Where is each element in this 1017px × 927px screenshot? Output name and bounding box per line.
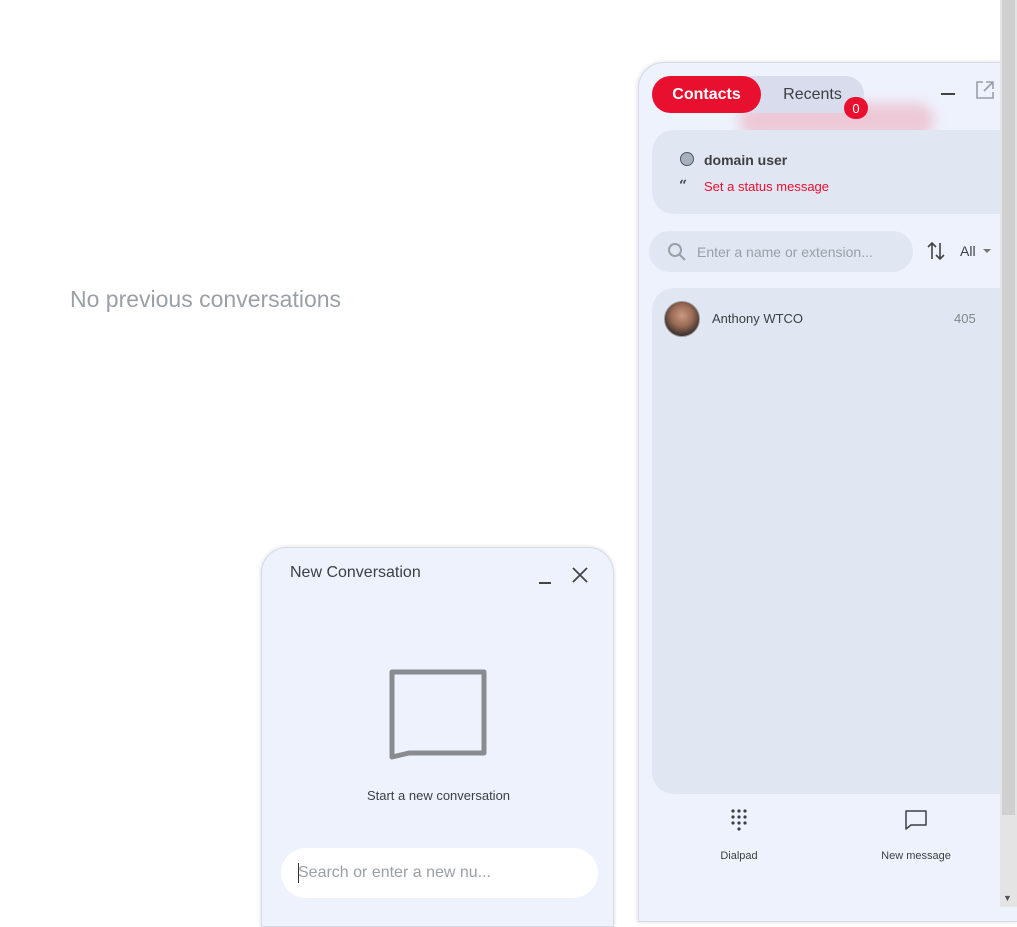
popout-button[interactable] [975,80,995,100]
close-icon [572,567,588,583]
new-conversation-search-input[interactable] [298,848,588,898]
dialpad-button[interactable]: Dialpad [709,808,769,862]
contact-search-input[interactable] [697,231,902,272]
start-conversation-text: Start a new conversation [366,788,511,803]
status-dot-icon[interactable] [680,152,694,166]
set-status-message-link[interactable]: Set a status message [704,179,829,194]
popup-minimize-button[interactable] [533,568,557,592]
contacts-panel: Contacts Recents 0 domain user “ Set a s… [638,62,1017,922]
dialpad-icon [731,809,747,831]
search-icon [668,243,686,261]
no-conversations-message: No previous conversations [70,286,342,312]
contact-row[interactable]: Anthony WTCO 405 [652,298,1002,338]
filter-dropdown[interactable]: All [960,243,991,259]
user-status-card: domain user “ Set a status message [652,130,1017,214]
contact-name: Anthony WTCO [712,311,804,326]
chat-icon [905,810,927,830]
chat-large-icon [389,669,487,760]
caret-down-icon [982,249,991,253]
quote-icon: “ [679,178,688,194]
sort-icon[interactable] [925,240,947,262]
dialpad-label: Dialpad [720,850,758,862]
contact-search [649,231,913,272]
page-scrollbar[interactable] [1000,0,1017,907]
scroll-down-arrow-icon[interactable]: ▼ [1003,893,1012,903]
minimize-icon [941,93,955,95]
minimize-icon [539,582,551,584]
popout-icon [976,81,994,99]
avatar [664,301,700,337]
filter-selected: All [960,243,976,259]
contacts-list: Anthony WTCO 405 [652,288,1017,794]
recents-count-badge: 0 [844,97,868,119]
popup-title: New Conversation [290,564,421,581]
minimize-button[interactable] [935,81,961,107]
tab-contacts[interactable]: Contacts [652,76,761,113]
new-message-button[interactable]: New message [876,808,956,862]
user-name: domain user [704,152,788,168]
contact-extension: 405 [954,311,976,326]
popup-close-button[interactable] [570,565,590,585]
panel-tabs: Contacts Recents [652,76,864,113]
new-conversation-search [281,848,598,898]
new-conversation-popup: New Conversation Start a new conversatio… [261,547,614,927]
scrollbar-thumb[interactable] [1002,0,1015,815]
new-message-label: New message [881,850,951,862]
